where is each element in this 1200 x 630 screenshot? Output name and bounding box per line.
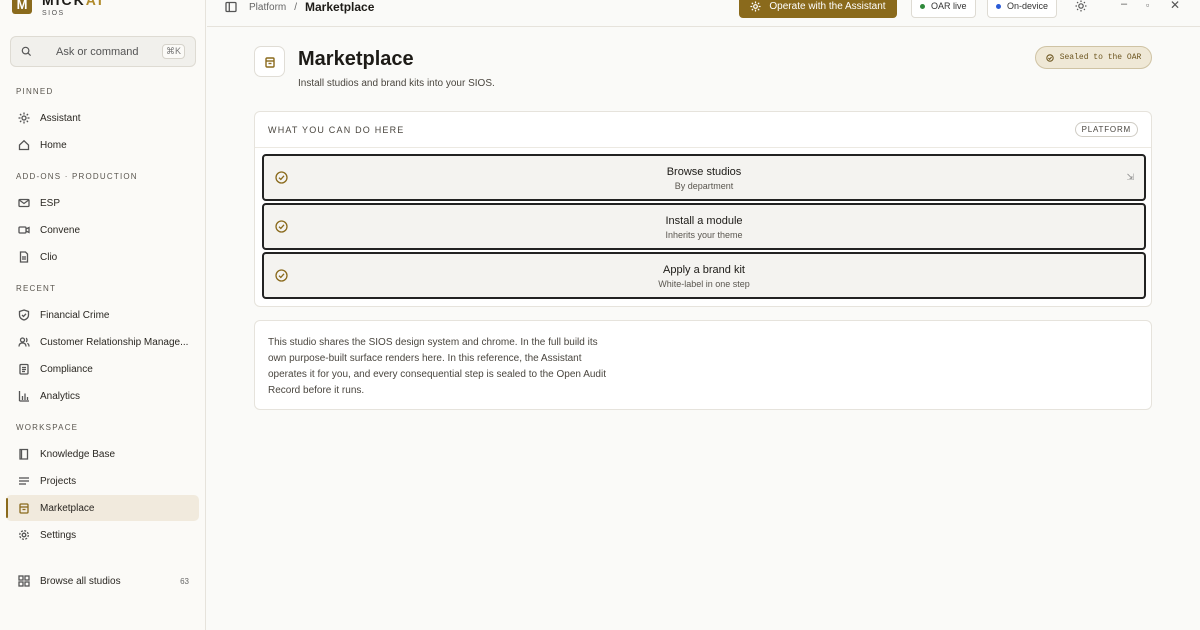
action-apply-brand-kit[interactable]: Apply a brand kit White-label in one ste… (262, 252, 1146, 299)
book-icon (18, 448, 30, 460)
sidebar-item-projects[interactable]: Projects (6, 468, 199, 494)
sidebar-item-label: Analytics (40, 390, 81, 402)
sidebar-item-crm[interactable]: Customer Relationship Manage... (6, 329, 199, 355)
sidebar-item-label: ESP (40, 197, 61, 209)
status-dot (920, 3, 925, 9)
minimize-icon[interactable]: – (1121, 0, 1127, 10)
assistant-button-label: Operate with the Assistant (769, 0, 886, 12)
operate-with-assistant-button[interactable]: Operate with the Assistant (739, 0, 897, 18)
action-subtitle: By department (674, 181, 734, 191)
page-subtitle: Install studios and brand kits into your… (298, 78, 495, 89)
command-search[interactable]: Ask or command ⌘K (10, 36, 196, 67)
sidebar-item-clio[interactable]: Clio (6, 244, 199, 270)
sidebar: M MICKAI SIOS Ask or command ⌘K PINNED A… (0, 0, 206, 630)
section-label-addons: ADD-ONS · PRODUCTION (16, 172, 138, 181)
action-title: Install a module (665, 215, 743, 227)
sidebar-item-label: Marketplace (40, 502, 95, 514)
section-label-pinned: PINNED (16, 87, 54, 96)
card-header: WHAT YOU CAN DO HERE PLATFORM (255, 112, 1151, 148)
capabilities-card: WHAT YOU CAN DO HERE PLATFORM Browse stu… (254, 111, 1152, 307)
sidebar-item-label: Convene (40, 224, 81, 236)
section-label-recent: RECENT (16, 284, 57, 293)
sidebar-item-marketplace[interactable]: Marketplace (6, 495, 199, 521)
action-subtitle: Inherits your theme (665, 230, 743, 240)
sealed-badge-label: Sealed to the OAR (1059, 53, 1142, 62)
action-title: Browse studios (666, 166, 742, 178)
store-icon (254, 46, 285, 77)
sparkle-icon (18, 112, 30, 124)
gear-icon (18, 529, 30, 541)
search-shortcut: ⌘K (161, 44, 185, 59)
close-icon[interactable]: ✕ (1170, 0, 1180, 12)
sidebar-item-label: Clio (40, 251, 58, 263)
sidebar-item-financial-crime[interactable]: Financial Crime (6, 302, 199, 328)
brand-name-main: MICK (42, 0, 86, 8)
grid-icon (18, 575, 30, 587)
sidebar-item-compliance[interactable]: Compliance (6, 356, 199, 382)
studio-count: 63 (180, 576, 189, 586)
studio-note: This studio shares the SIOS design syste… (254, 320, 1152, 410)
status-dot (996, 3, 1001, 9)
clipboard-icon (18, 363, 30, 375)
action-subtitle: White-label in one step (658, 279, 750, 289)
bar-chart-icon (18, 390, 30, 402)
device-status-badge[interactable]: On-device (987, 0, 1058, 18)
brand-subtitle: SIOS (42, 10, 65, 17)
browse-all-studios[interactable]: Browse all studios 63 (6, 568, 199, 594)
store-icon (18, 502, 30, 514)
brand-name-accent: AI (85, 0, 104, 8)
action-browse-studios[interactable]: Browse studios By department ⇲ (262, 154, 1146, 201)
sidebar-item-label: Projects (40, 475, 77, 487)
browse-all-studios-label: Browse all studios (40, 575, 121, 587)
sidebar-item-settings[interactable]: Settings (6, 522, 199, 548)
video-icon (18, 224, 30, 236)
sealed-badge: Sealed to the OAR (1035, 46, 1152, 69)
page-title: Marketplace (298, 48, 414, 70)
search-icon (21, 46, 32, 57)
sidebar-item-convene[interactable]: Convene (6, 217, 199, 243)
platform-tag: PLATFORM (1074, 122, 1138, 137)
sidebar-item-label: Home (40, 139, 67, 151)
studio-note-text: This studio shares the SIOS design syste… (268, 337, 606, 396)
sidebar-item-knowledge-base[interactable]: Knowledge Base (6, 441, 199, 467)
sidebar-item-label: Customer Relationship Manage... (40, 336, 189, 348)
sidebar-item-label: Assistant (40, 112, 81, 124)
action-title: Apply a brand kit (663, 264, 745, 276)
brand-name: MICKAI (42, 0, 104, 8)
oar-status-badge[interactable]: OAR live (911, 0, 976, 18)
sidebar-item-home[interactable]: Home (6, 132, 199, 158)
mail-icon (18, 197, 30, 209)
list-icon (18, 475, 30, 487)
seal-icon (1045, 53, 1054, 62)
theme-toggle-icon[interactable] (1075, 0, 1087, 17)
sparkle-icon (750, 0, 761, 12)
maximize-icon[interactable]: ▫ (1146, 0, 1149, 10)
breadcrumb-platform[interactable]: Platform (249, 2, 286, 13)
shield-icon (18, 309, 30, 321)
document-icon (18, 251, 30, 263)
breadcrumb: Platform / Marketplace (249, 0, 374, 14)
sidebar-item-esp[interactable]: ESP (6, 190, 199, 216)
action-install-module[interactable]: Install a module Inherits your theme (262, 203, 1146, 250)
sidebar-toggle-icon[interactable] (225, 0, 239, 14)
card-header-label: WHAT YOU CAN DO HERE (268, 124, 405, 135)
sidebar-item-label: Settings (40, 529, 77, 541)
sidebar-item-label: Financial Crime (40, 309, 110, 321)
brand-logo: M (12, 0, 32, 14)
topbar: Platform / Marketplace Operate with the … (207, 0, 1200, 27)
users-icon (18, 336, 30, 348)
sidebar-item-label: Compliance (40, 363, 93, 375)
sidebar-item-label: Knowledge Base (40, 448, 116, 460)
device-status-label: On-device (1007, 1, 1049, 11)
arrow-icon: ⇲ (1126, 172, 1134, 182)
sidebar-item-analytics[interactable]: Analytics (6, 383, 199, 409)
section-label-workspace: WORKSPACE (16, 423, 79, 432)
breadcrumb-separator: / (294, 1, 298, 13)
sidebar-item-assistant[interactable]: Assistant (6, 105, 199, 131)
breadcrumb-current: Marketplace (305, 0, 375, 14)
brand[interactable]: M MICKAI SIOS (12, 0, 104, 19)
search-placeholder: Ask or command (56, 45, 139, 58)
oar-status-label: OAR live (931, 1, 967, 11)
home-icon (18, 139, 30, 151)
